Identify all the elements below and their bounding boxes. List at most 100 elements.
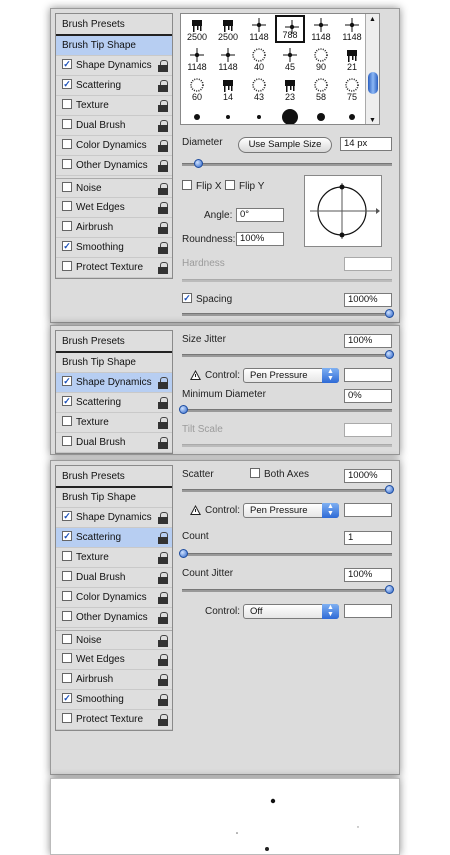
lock-icon[interactable]: [158, 552, 168, 564]
sidebar-item-color-dynamics[interactable]: Color Dynamics: [56, 588, 172, 608]
brush-preset[interactable]: 2500: [213, 15, 243, 43]
brush-presets-header[interactable]: Brush Presets: [56, 466, 172, 488]
dual-brush-checkbox[interactable]: [62, 436, 72, 447]
sidebar-item-texture[interactable]: Texture: [56, 96, 172, 116]
roundness-handle-bottom[interactable]: [339, 232, 345, 238]
scroll-up-icon[interactable]: ▲: [369, 16, 376, 23]
size-jitter-slider-knob[interactable]: [385, 350, 394, 359]
count-control-select[interactable]: Off ▲ ▼: [243, 604, 339, 619]
chevron-updown-icon[interactable]: ▲ ▼: [322, 604, 339, 619]
flip-x-option[interactable]: Flip X: [182, 180, 222, 192]
other-dynamics-checkbox[interactable]: [62, 611, 72, 622]
sidebar-item-color-dynamics[interactable]: Color Dynamics: [56, 136, 172, 156]
count-control-extra-field[interactable]: [344, 604, 392, 618]
brush-preset[interactable]: [213, 105, 243, 124]
sidebar-item-texture[interactable]: Texture: [56, 413, 172, 433]
use-sample-size-button[interactable]: Use Sample Size: [238, 137, 332, 153]
shape-dynamics-checkbox[interactable]: ✓: [62, 376, 72, 387]
count-jitter-slider-knob[interactable]: [385, 585, 394, 594]
brush-preset[interactable]: 14: [213, 75, 243, 103]
brush-preset[interactable]: 45: [275, 45, 305, 73]
roundness-field[interactable]: 100%: [236, 232, 284, 246]
brush-preset[interactable]: 40: [244, 45, 274, 73]
smoothing-checkbox[interactable]: ✓: [62, 241, 72, 252]
spacing-field[interactable]: 1000%: [344, 293, 392, 307]
wet-edges-checkbox[interactable]: [62, 653, 72, 664]
sidebar-item-other-dynamics[interactable]: Other Dynamics: [56, 608, 172, 628]
lock-icon[interactable]: [158, 397, 168, 409]
flip-y-option[interactable]: Flip Y: [225, 180, 264, 192]
brush-preset[interactable]: 23: [275, 75, 305, 103]
color-dynamics-checkbox[interactable]: [62, 139, 72, 150]
sidebar-item-scattering[interactable]: ✓ Scattering: [56, 393, 172, 413]
lock-icon[interactable]: [158, 140, 168, 152]
control-extra-field[interactable]: [344, 368, 392, 382]
brush-preset[interactable]: 60: [182, 75, 212, 103]
brush-presets-header[interactable]: Brush Presets: [56, 331, 172, 353]
lock-icon[interactable]: [158, 417, 168, 429]
brush-presets-header[interactable]: Brush Presets: [56, 14, 172, 36]
minimum-diameter-slider-knob[interactable]: [179, 405, 188, 414]
lock-icon[interactable]: [158, 262, 168, 274]
sidebar-item-shape-dynamics[interactable]: ✓ Shape Dynamics: [56, 508, 172, 528]
lock-icon[interactable]: [158, 377, 168, 389]
sidebar-item-airbrush[interactable]: Airbrush: [56, 670, 172, 690]
brush-preset[interactable]: [306, 105, 336, 124]
shape-dynamics-checkbox[interactable]: ✓: [62, 511, 72, 522]
control-select[interactable]: Pen Pressure ▲ ▼: [243, 368, 339, 383]
both-axes-checkbox[interactable]: [250, 468, 260, 479]
spacing-slider-knob[interactable]: [385, 309, 394, 318]
noise-checkbox[interactable]: [62, 634, 72, 645]
scattering-checkbox[interactable]: ✓: [62, 79, 72, 90]
lock-icon[interactable]: [158, 160, 168, 172]
protect-texture-checkbox[interactable]: [62, 713, 72, 724]
brush-grid-scrollbar[interactable]: ▲ ▼: [365, 14, 379, 124]
lock-icon[interactable]: [158, 654, 168, 666]
count-slider[interactable]: [179, 549, 392, 558]
brush-preset[interactable]: [244, 105, 274, 124]
sidebar-item-brush-tip-shape[interactable]: Brush Tip Shape: [56, 353, 172, 373]
sidebar-item-scattering[interactable]: ✓ Scattering: [56, 528, 172, 548]
brush-preset[interactable]: 1148: [337, 15, 367, 43]
shape-dynamics-checkbox[interactable]: ✓: [62, 59, 72, 70]
diameter-slider[interactable]: [182, 159, 392, 168]
chevron-updown-icon[interactable]: ▲ ▼: [322, 503, 339, 518]
count-jitter-field[interactable]: 100%: [344, 568, 392, 582]
brush-preset[interactable]: 58: [306, 75, 336, 103]
brush-preset[interactable]: 2500: [182, 15, 212, 43]
spacing-option[interactable]: ✓ Spacing: [182, 293, 232, 305]
brush-preset[interactable]: 90: [306, 45, 336, 73]
sidebar-item-smoothing[interactable]: ✓ Smoothing: [56, 690, 172, 710]
sidebar-item-brush-tip-shape[interactable]: Brush Tip Shape: [56, 36, 172, 56]
sidebar-item-noise[interactable]: Noise: [56, 630, 172, 650]
sidebar-item-scattering[interactable]: ✓ Scattering: [56, 76, 172, 96]
brush-preset[interactable]: 43: [244, 75, 274, 103]
airbrush-checkbox[interactable]: [62, 221, 72, 232]
lock-icon[interactable]: [158, 222, 168, 234]
brush-preset[interactable]: [275, 105, 305, 124]
brush-preset[interactable]: 75: [337, 75, 367, 103]
lock-icon[interactable]: [158, 202, 168, 214]
lock-icon[interactable]: [158, 694, 168, 706]
dual-brush-checkbox[interactable]: [62, 571, 72, 582]
size-jitter-slider[interactable]: [182, 350, 394, 359]
sidebar-item-wet-edges[interactable]: Wet Edges: [56, 198, 172, 218]
other-dynamics-checkbox[interactable]: [62, 159, 72, 170]
lock-icon[interactable]: [158, 512, 168, 524]
sidebar-item-airbrush[interactable]: Airbrush: [56, 218, 172, 238]
sidebar-item-noise[interactable]: Noise: [56, 178, 172, 198]
lock-icon[interactable]: [158, 437, 168, 449]
brush-preset[interactable]: 21: [337, 45, 367, 73]
lock-icon[interactable]: [158, 635, 168, 647]
sidebar-item-protect-texture[interactable]: Protect Texture: [56, 258, 172, 278]
sidebar-item-brush-tip-shape[interactable]: Brush Tip Shape: [56, 488, 172, 508]
sidebar-item-smoothing[interactable]: ✓ Smoothing: [56, 238, 172, 258]
size-jitter-field[interactable]: 100%: [344, 334, 392, 348]
scatter-control-extra-field[interactable]: [344, 503, 392, 517]
chevron-updown-icon[interactable]: ▲ ▼: [322, 368, 339, 383]
protect-texture-checkbox[interactable]: [62, 261, 72, 272]
sidebar-item-dual-brush[interactable]: Dual Brush: [56, 433, 172, 453]
lock-icon[interactable]: [158, 612, 168, 624]
scatter-field[interactable]: 1000%: [344, 469, 392, 483]
lock-icon[interactable]: [158, 532, 168, 544]
